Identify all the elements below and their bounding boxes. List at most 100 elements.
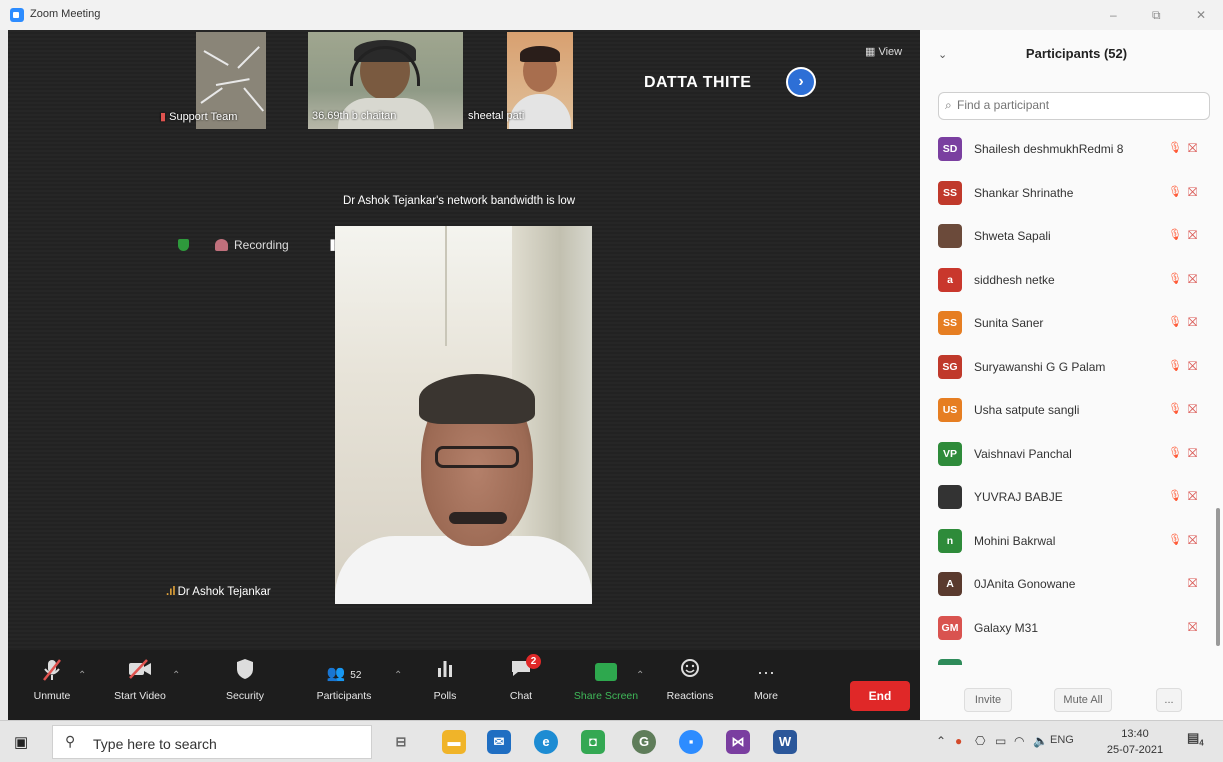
avatar — [938, 485, 962, 509]
participants-options-caret[interactable]: ⌃ — [394, 670, 402, 681]
video-off-icon — [100, 658, 180, 686]
minimize-button[interactable]: – — [1110, 8, 1117, 22]
encryption-shield-icon — [178, 239, 189, 251]
gallery-name-chaitan: 36.69th b chaitan — [312, 110, 397, 122]
muted-mic-icon: 🎙 — [1168, 142, 1182, 154]
taskbar-search[interactable]: ⚲ Type here to search — [52, 725, 372, 759]
windows-start-icon[interactable]: ▣ — [14, 733, 28, 751]
tray-app-icon[interactable]: ● — [955, 734, 962, 748]
notification-center-icon[interactable]: ▤4 — [1187, 730, 1204, 748]
recording-label: Recording — [234, 238, 289, 252]
share-screen-button[interactable]: Share Screen — [566, 658, 646, 702]
participant-name: Vaishnavi Panchal — [974, 446, 1072, 461]
mute-all-button[interactable]: Mute All — [1054, 688, 1112, 712]
next-page-button[interactable]: › — [786, 67, 816, 97]
polls-button[interactable]: Polls — [405, 658, 485, 702]
participant-row[interactable]: US Usha satpute sangli 🎙 ⛝ — [920, 391, 1223, 435]
participant-row[interactable]: SS Shankar Shrinathe 🎙 ⛝ — [920, 174, 1223, 218]
close-button[interactable]: ✕ — [1196, 8, 1206, 22]
security-button[interactable]: Security — [205, 658, 285, 702]
share-screen-icon — [566, 658, 646, 686]
muted-mic-icon: 🎙 — [1168, 533, 1182, 546]
main-participant-name: .ıl Dr Ashok Tejankar — [166, 586, 271, 598]
participant-name: YUVRAJ BABJE — [974, 490, 1063, 504]
edge-icon[interactable]: e — [534, 730, 558, 754]
end-meeting-button[interactable]: End — [850, 681, 910, 711]
video-off-icon: ⛝ — [1188, 402, 1198, 416]
participant-row[interactable]: ⛝ — [920, 652, 1223, 665]
video-options-caret[interactable]: ⌃ — [172, 670, 180, 681]
video-off-icon: ⛝ — [1188, 228, 1198, 242]
share-options-caret[interactable]: ⌃ — [636, 670, 644, 681]
chat-button[interactable]: 2 Chat — [481, 654, 561, 702]
gallery-name-support-team: ▮ Support Team — [160, 111, 238, 123]
start-video-button[interactable]: Start Video — [100, 658, 180, 702]
tray-battery-icon[interactable]: ▭ — [995, 734, 1006, 748]
participants-scrollbar[interactable] — [1216, 508, 1220, 646]
store-icon[interactable]: ◘ — [581, 730, 605, 754]
tray-volume-icon[interactable]: 🔈 — [1033, 734, 1048, 748]
visual-studio-icon[interactable]: ⋈ — [726, 730, 750, 754]
tray-network-icon[interactable]: ⎔ — [975, 734, 985, 748]
avatar — [938, 224, 962, 248]
view-button[interactable]: ▦ View — [865, 45, 902, 58]
muted-mic-icon: 🎙 — [1168, 185, 1182, 198]
file-explorer-icon[interactable]: ▬ — [442, 730, 466, 754]
participant-row[interactable]: A 0JAnita Gonowane ⛝ — [920, 565, 1223, 609]
avatar: US — [938, 398, 962, 422]
participant-name: Shailesh deshmukhRedmi 8 — [974, 142, 1124, 156]
taskbar-clock[interactable]: 13:40 25-07-2021 — [1105, 726, 1165, 758]
participant-row[interactable]: YUVRAJ BABJE 🎙 ⛝ — [920, 478, 1223, 522]
panel-more-button[interactable]: ... — [1156, 688, 1182, 712]
muted-mic-icon: 🎙 — [1168, 272, 1182, 285]
video-off-icon: ⛝ — [1188, 489, 1198, 503]
avatar: n — [938, 528, 962, 553]
participant-row[interactable]: a siddhesh netke 🎙 ⛝ — [920, 261, 1223, 305]
participant-row[interactable]: n Mohini Bakrwal 🎙 ⛝ — [920, 522, 1223, 566]
meeting-toolbar: Unmute ⌃ Start Video ⌃ Security 👥 52 Par… — [8, 650, 920, 720]
participants-panel-title: Participants (52) — [1025, 46, 1128, 61]
tray-chevron-icon[interactable]: ⌃ — [936, 734, 946, 748]
mail-icon[interactable]: ✉ — [487, 730, 511, 754]
language-indicator[interactable]: ENG — [1050, 734, 1074, 746]
participant-row[interactable]: SS Sunita Saner 🎙 ⛝ — [920, 304, 1223, 348]
participant-row[interactable]: VP Vaishnavi Panchal 🎙 ⛝ — [920, 435, 1223, 479]
maximize-button[interactable]: ⧉ — [1152, 8, 1161, 23]
more-button[interactable]: ··· More — [726, 658, 806, 702]
polls-icon — [405, 658, 485, 686]
word-icon[interactable]: W — [773, 730, 797, 754]
video-off-icon: ⛝ — [1188, 532, 1198, 547]
participant-row[interactable]: SD Shailesh deshmukhRedmi 8 🎙 ⛝ — [920, 130, 1223, 174]
main-video[interactable] — [335, 226, 592, 604]
task-view-icon[interactable]: ⊟ — [389, 730, 413, 754]
taskbar-search-placeholder: Type here to search — [93, 736, 217, 752]
participants-panel: ⌄ Participants (52) ⌕ SDShailesh deshmuk… — [920, 30, 1223, 720]
chrome-icon[interactable]: G — [632, 730, 656, 754]
avatar: A — [938, 572, 962, 596]
participant-name: Shankar Shrinathe — [974, 185, 1074, 200]
participant-row[interactable]: GM Galaxy M31 ⛝ — [920, 609, 1223, 653]
participants-button[interactable]: 👥 52 Participants — [304, 658, 384, 702]
shield-icon — [205, 658, 285, 686]
video-off-icon: ⛝ — [1188, 315, 1198, 329]
zoom-icon[interactable]: ▪ — [679, 730, 703, 754]
video-off-icon: ⛝ — [1188, 576, 1198, 590]
avatar: VP — [938, 441, 962, 466]
muted-mic-icon: 🎙 — [1168, 229, 1182, 241]
participants-panel-footer: Invite Mute All ... — [920, 680, 1223, 720]
chat-icon — [481, 658, 561, 686]
reactions-button[interactable]: Reactions — [650, 658, 730, 702]
avatar: SG — [938, 354, 962, 379]
avatar: SD — [938, 137, 962, 161]
muted-mic-icon: 🎙 — [1168, 446, 1182, 459]
participant-row[interactable]: SG Suryawanshi G G Palam 🎙 ⛝ — [920, 348, 1223, 392]
participant-row[interactable]: Shweta Sapali 🎙 ⛝ — [920, 217, 1223, 261]
participant-search-input[interactable] — [957, 98, 1197, 112]
window-title: Zoom Meeting — [30, 8, 101, 20]
avatar — [938, 659, 962, 665]
tray-wifi-icon[interactable]: ◠ — [1014, 734, 1024, 748]
search-icon: ⚲ — [65, 733, 76, 749]
participant-search[interactable]: ⌕ — [938, 92, 1210, 120]
audio-options-caret[interactable]: ⌃ — [78, 670, 86, 681]
invite-button[interactable]: Invite — [964, 688, 1012, 712]
